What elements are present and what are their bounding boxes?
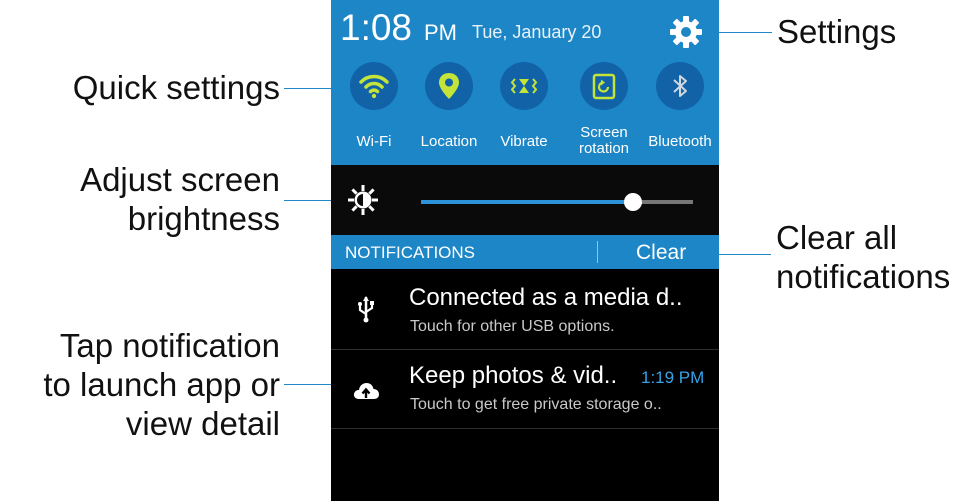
screen-rotation-icon xyxy=(592,73,616,100)
usb-icon xyxy=(358,296,374,323)
callout-clear-all: Clear all notifications xyxy=(776,219,951,295)
quick-setting-wifi[interactable]: Wi-Fi xyxy=(339,60,409,160)
notifications-header: NOTIFICATIONS Clear xyxy=(331,235,719,269)
status-date: Tue, January 20 xyxy=(472,22,602,42)
wifi-label: Wi-Fi xyxy=(356,133,392,150)
vibrate-label: Vibrate xyxy=(500,133,548,150)
wifi-toggle xyxy=(350,62,398,110)
wifi-icon xyxy=(359,74,389,99)
notification-title: Keep photos & vid.. xyxy=(409,362,618,389)
brightness-icon[interactable] xyxy=(347,184,379,216)
callout-quick-settings: Quick settings xyxy=(72,69,280,106)
callout-notification: Tap notification to launch app or view d… xyxy=(43,327,280,442)
quick-setting-bluetooth[interactable]: Bluetooth xyxy=(645,60,715,160)
bluetooth-icon xyxy=(673,75,687,97)
notification-subtitle: Touch for other USB options. xyxy=(410,318,615,335)
notification-subtitle: Touch to get free private storage o.. xyxy=(410,396,662,413)
quick-settings-panel: 1:08 PM Tue, January 20 Wi-Fi Location V… xyxy=(331,0,719,165)
location-toggle xyxy=(425,62,473,110)
quick-setting-screen-rotation[interactable]: Screen rotation xyxy=(569,60,639,160)
notification-panel: 1:08 PM Tue, January 20 Wi-Fi Location V… xyxy=(331,0,719,501)
status-ampm: PM xyxy=(424,20,457,45)
notification-item-usb[interactable]: Connected as a media d.. Touch for other… xyxy=(331,272,719,350)
location-label: Location xyxy=(420,133,478,150)
vibrate-icon xyxy=(510,78,538,94)
callout-brightness: Adjust screen brightness xyxy=(80,161,280,237)
bluetooth-toggle xyxy=(656,62,704,110)
bluetooth-label: Bluetooth xyxy=(648,133,712,150)
brightness-slider[interactable] xyxy=(421,193,693,211)
callout-settings: Settings xyxy=(777,13,897,50)
brightness-slider-handle[interactable] xyxy=(624,193,643,211)
header-divider xyxy=(597,241,598,263)
vibrate-toggle xyxy=(500,62,548,110)
quick-setting-location[interactable]: Location xyxy=(414,60,484,160)
notification-time: 1:19 PM xyxy=(641,368,705,387)
notification-divider xyxy=(331,428,719,429)
brightness-slider-fill xyxy=(421,200,634,204)
screen-rotation-toggle xyxy=(580,62,628,110)
location-icon xyxy=(439,73,459,99)
notification-item-cloud[interactable]: Keep photos & vid.. 1:19 PM Touch to get… xyxy=(331,350,719,428)
screen-rotation-label: Screen rotation xyxy=(578,124,630,157)
status-time: 1:08 xyxy=(340,7,413,48)
gear-icon[interactable] xyxy=(668,14,704,50)
brightness-row xyxy=(331,165,719,235)
clear-button[interactable]: Clear xyxy=(636,241,686,265)
notification-title: Connected as a media d.. xyxy=(409,284,683,311)
notifications-title: NOTIFICATIONS xyxy=(345,243,476,262)
cloud-upload-icon xyxy=(353,383,379,399)
quick-setting-vibrate[interactable]: Vibrate xyxy=(489,60,559,160)
